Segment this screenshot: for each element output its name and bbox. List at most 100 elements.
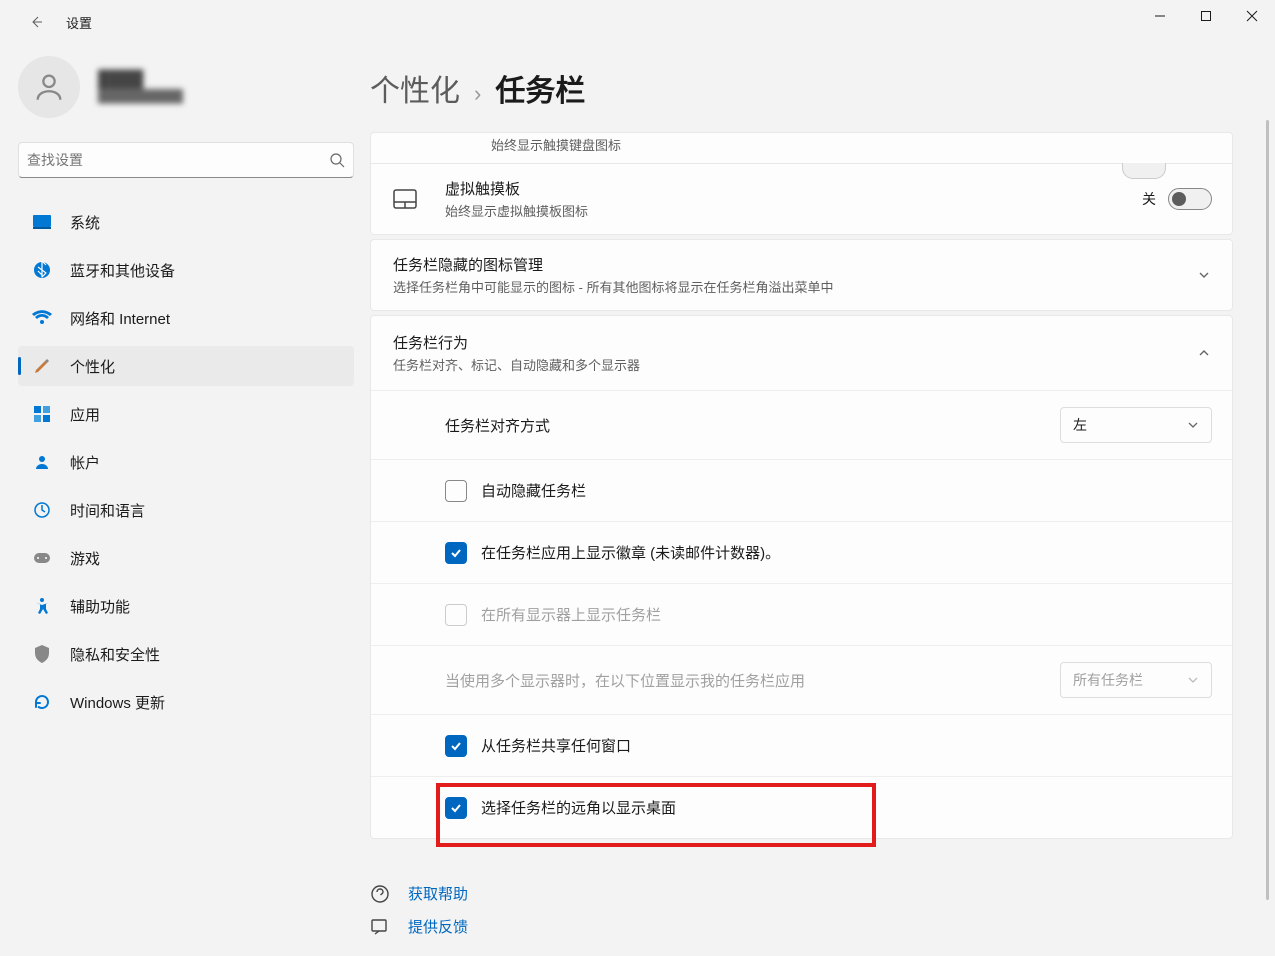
virtual-touchpad-row: 虚拟触摸板 始终显示虚拟触摸板图标 关 [371, 164, 1232, 234]
get-help-link[interactable]: 获取帮助 [370, 877, 1233, 910]
titlebar: 设置 [0, 0, 1275, 44]
row-label: 当使用多个显示器时，在以下位置显示我的任务栏应用 [445, 670, 1060, 691]
shield-icon [32, 644, 52, 664]
accessibility-icon [32, 596, 52, 616]
nav-label: 辅助功能 [70, 596, 130, 617]
row-label: 在任务栏应用上显示徽章 (未读邮件计数器)。 [481, 542, 1212, 563]
multi-monitor-row: 当使用多个显示器时，在以下位置显示我的任务栏应用 所有任务栏 [371, 645, 1232, 714]
link-text[interactable]: 提供反馈 [408, 916, 468, 937]
share-window-row[interactable]: 从任务栏共享任何窗口 [371, 714, 1232, 776]
feedback-link[interactable]: 提供反馈 [370, 910, 1233, 943]
checkbox-checked[interactable] [445, 735, 467, 757]
nav-apps[interactable]: 应用 [18, 394, 354, 434]
row-label: 自动隐藏任务栏 [481, 480, 1212, 501]
chevron-up-icon [1196, 345, 1212, 361]
maximize-button[interactable] [1183, 0, 1229, 32]
window-title: 设置 [66, 13, 92, 32]
link-text[interactable]: 获取帮助 [408, 883, 468, 904]
close-button[interactable] [1229, 0, 1275, 32]
nav-accounts[interactable]: 帐户 [18, 442, 354, 482]
taskbar-behavior-section: 任务栏行为 任务栏对齐、标记、自动隐藏和多个显示器 任务栏对齐方式 左 自动隐藏… [370, 315, 1233, 839]
nav-time-language[interactable]: 时间和语言 [18, 490, 354, 530]
gamepad-icon [32, 548, 52, 568]
touchpad-icon [393, 187, 417, 211]
paintbrush-icon [32, 356, 52, 376]
behavior-header[interactable]: 任务栏行为 任务栏对齐、标记、自动隐藏和多个显示器 [371, 316, 1232, 390]
nav-label: 时间和语言 [70, 500, 145, 521]
search-input[interactable] [27, 152, 329, 168]
content: 个性化 › 任务栏 始终显示触摸键盘图标 虚拟触摸板 始终显示虚拟触摸板图标 关 [370, 44, 1275, 956]
nav-privacy[interactable]: 隐私和安全性 [18, 634, 354, 674]
feedback-icon [370, 917, 390, 937]
alignment-row: 任务栏对齐方式 左 [371, 390, 1232, 459]
checkbox[interactable] [445, 480, 467, 502]
wifi-icon [32, 308, 52, 328]
checkbox-disabled [445, 604, 467, 626]
breadcrumb-parent[interactable]: 个性化 [370, 66, 460, 110]
row-title: 任务栏行为 [393, 332, 1196, 353]
nav-label: 隐私和安全性 [70, 644, 160, 665]
toggle-switch[interactable] [1168, 188, 1212, 210]
back-button[interactable] [18, 4, 54, 40]
breadcrumb-current: 任务栏 [495, 66, 585, 110]
clock-globe-icon [32, 500, 52, 520]
checkbox-checked[interactable] [445, 797, 467, 819]
nav-windows-update[interactable]: Windows 更新 [18, 682, 354, 722]
nav-label: 蓝牙和其他设备 [70, 260, 175, 281]
nav-label: 个性化 [70, 356, 115, 377]
chevron-right-icon: › [474, 81, 481, 107]
touch-keyboard-card-partial: 始终显示触摸键盘图标 虚拟触摸板 始终显示虚拟触摸板图标 关 [370, 132, 1233, 235]
search-box[interactable] [18, 142, 354, 178]
minimize-button[interactable] [1137, 0, 1183, 32]
badges-row[interactable]: 在任务栏应用上显示徽章 (未读邮件计数器)。 [371, 521, 1232, 583]
help-links: 获取帮助 提供反馈 [370, 839, 1233, 943]
row-label: 选择任务栏的远角以显示桌面 [481, 797, 1212, 818]
alignment-dropdown[interactable]: 左 [1060, 407, 1212, 443]
checkbox-checked[interactable] [445, 542, 467, 564]
breadcrumb: 个性化 › 任务栏 [370, 66, 1233, 110]
person-icon [32, 452, 52, 472]
sidebar: ████ ██████████ 系统 蓝牙和其他设备 网络和 Internet [0, 44, 370, 956]
nav-label: 系统 [70, 212, 100, 233]
row-label: 任务栏对齐方式 [445, 415, 1060, 436]
nav-label: 网络和 Internet [70, 308, 170, 329]
apps-icon [32, 404, 52, 424]
row-subtitle-truncated: 始终显示触摸键盘图标 [491, 138, 621, 153]
update-icon [32, 692, 52, 712]
scrollbar[interactable] [1266, 120, 1269, 900]
row-subtitle: 始终显示虚拟触摸板图标 [445, 201, 1142, 220]
user-block[interactable]: ████ ██████████ [18, 44, 354, 142]
nav-system[interactable]: 系统 [18, 202, 354, 242]
toggle-switch-partial[interactable] [1122, 163, 1166, 179]
help-icon [370, 884, 390, 904]
far-corner-row[interactable]: 选择任务栏的远角以显示桌面 [371, 776, 1232, 838]
search-icon [329, 152, 345, 168]
toggle-label: 关 [1142, 189, 1156, 209]
nav-gaming[interactable]: 游戏 [18, 538, 354, 578]
hidden-icons-card[interactable]: 任务栏隐藏的图标管理 选择任务栏角中可能显示的图标 - 所有其他图标将显示在任务… [370, 239, 1233, 311]
chevron-down-icon [1187, 419, 1199, 431]
nav-list: 系统 蓝牙和其他设备 网络和 Internet 个性化 应用 帐户 [18, 202, 354, 722]
row-title: 虚拟触摸板 [445, 178, 1142, 199]
multi-monitor-dropdown: 所有任务栏 [1060, 662, 1212, 698]
row-subtitle: 任务栏对齐、标记、自动隐藏和多个显示器 [393, 355, 1196, 374]
row-label: 从任务栏共享任何窗口 [481, 735, 1212, 756]
nav-personalization[interactable]: 个性化 [18, 346, 354, 386]
chevron-down-icon [1187, 674, 1199, 686]
nav-bluetooth[interactable]: 蓝牙和其他设备 [18, 250, 354, 290]
nav-label: 帐户 [70, 452, 100, 473]
autohide-row[interactable]: 自动隐藏任务栏 [371, 459, 1232, 521]
nav-label: 游戏 [70, 548, 100, 569]
chevron-down-icon [1196, 267, 1212, 283]
nav-network[interactable]: 网络和 Internet [18, 298, 354, 338]
nav-accessibility[interactable]: 辅助功能 [18, 586, 354, 626]
window-controls [1137, 0, 1275, 32]
user-text-blurred: ████ ██████████ [98, 71, 183, 103]
nav-label: Windows 更新 [70, 692, 165, 713]
row-subtitle: 选择任务栏角中可能显示的图标 - 所有其他图标将显示在任务栏角溢出菜单中 [393, 277, 1196, 296]
person-icon [32, 70, 66, 104]
row-label: 在所有显示器上显示任务栏 [481, 604, 1212, 625]
nav-label: 应用 [70, 404, 100, 425]
bluetooth-icon [32, 260, 52, 280]
avatar [18, 56, 80, 118]
